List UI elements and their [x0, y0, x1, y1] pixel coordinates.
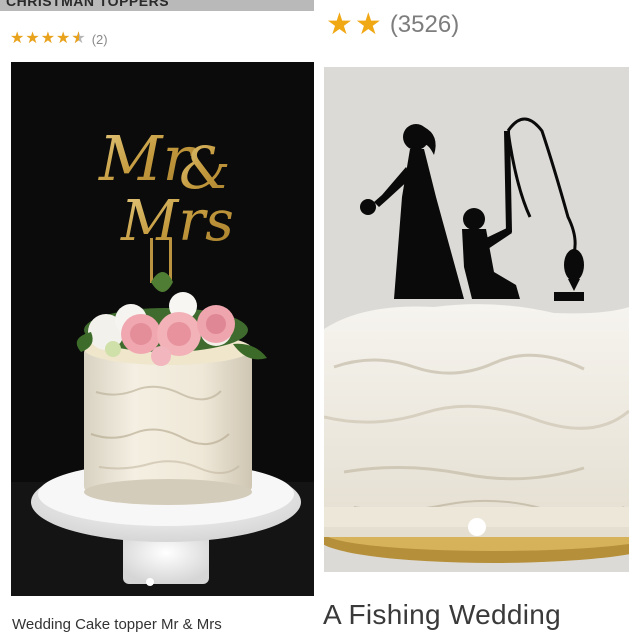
star-icon: ★ — [326, 8, 353, 41]
carousel-dot-icon[interactable] — [146, 578, 154, 586]
carousel-dot-icon[interactable] — [468, 518, 486, 536]
left-header-bar: CHRISTMAN TOPPERS — [0, 0, 314, 11]
star-icon: ★ — [40, 30, 56, 47]
star-icon: ★ — [10, 30, 25, 47]
left-listing-title[interactable]: CHRISTMAN TOPPERS — [6, 0, 169, 9]
left-rating: ★ ★ ★ ★ ★ (2) — [10, 29, 108, 49]
right-listing-card[interactable]: ★ ★ (3526) A Fishing Wedding — [318, 0, 638, 638]
frosted-cake — [324, 304, 629, 537]
left-product-photo[interactable]: Mr & Mrs — [11, 62, 314, 596]
svg-text:Mrs: Mrs — [120, 189, 234, 254]
star-icon: ★ — [354, 8, 382, 41]
left-listing-card[interactable]: CHRISTMAN TOPPERS ★ ★ ★ ★ ★ (2) — [0, 0, 318, 638]
right-product-photo[interactable] — [324, 67, 629, 572]
left-listing-caption[interactable]: Wedding Cake topper Mr & Mrs — [12, 616, 222, 633]
right-rating: ★ ★ (3526) — [326, 10, 459, 40]
right-listing-title[interactable]: A Fishing Wedding — [323, 599, 561, 631]
star-icon: ★ — [56, 30, 71, 47]
star-icon: ★ — [25, 30, 40, 47]
right-review-count: (3526) — [389, 11, 460, 38]
left-review-count: (2) — [91, 31, 108, 47]
star-half-icon: ★ — [71, 31, 85, 48]
